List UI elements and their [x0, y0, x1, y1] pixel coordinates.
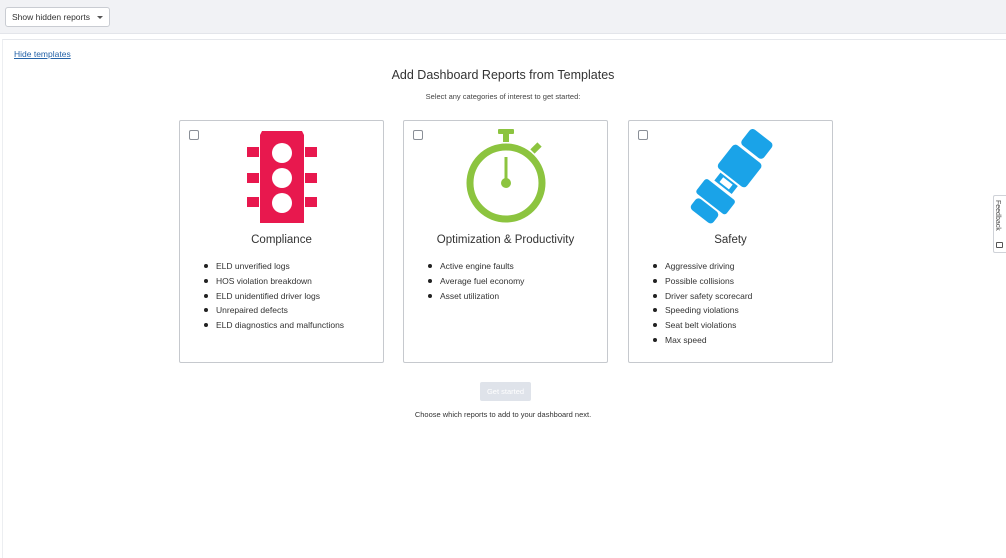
page-title: Add Dashboard Reports from Templates	[391, 68, 615, 82]
seatbelt-icon	[629, 129, 832, 225]
get-started-button[interactable]: Get started	[480, 382, 531, 401]
list-item: Max speed	[652, 333, 752, 348]
list-item: HOS violation breakdown	[203, 274, 344, 289]
traffic-light-icon	[180, 129, 383, 225]
card-title: Compliance	[251, 234, 312, 246]
show-hidden-reports-button[interactable]: Show hidden reports	[5, 7, 110, 27]
report-list: Active engine faults Average fuel econom…	[427, 259, 524, 304]
top-toolbar: Show hidden reports	[0, 0, 1006, 34]
feedback-label: Feedback	[994, 200, 1001, 231]
envelope-icon	[996, 242, 1003, 248]
list-item: Speeding violations	[652, 303, 752, 318]
page-subtitle: Select any categories of interest to get…	[425, 92, 581, 101]
list-item: Average fuel economy	[427, 274, 524, 289]
feedback-tab[interactable]: Feedback	[993, 195, 1006, 253]
list-item: ELD unidentified driver logs	[203, 289, 344, 304]
card-title: Optimization & Productivity	[436, 234, 575, 246]
show-hidden-reports-label: Show hidden reports	[12, 12, 90, 22]
list-item: Possible collisions	[652, 274, 752, 289]
footer-note: Choose which reports to add to your dash…	[414, 410, 592, 419]
stopwatch-icon	[404, 129, 607, 225]
list-item: Driver safety scorecard	[652, 289, 752, 304]
report-list: Aggressive driving Possible collisions D…	[652, 259, 752, 348]
card-safety[interactable]: Safety Aggressive driving Possible colli…	[628, 120, 833, 363]
list-item: ELD unverified logs	[203, 259, 344, 274]
card-title: Safety	[714, 234, 747, 246]
list-item: ELD diagnostics and malfunctions	[203, 318, 344, 333]
card-optimization[interactable]: Optimization & Productivity Active engin…	[403, 120, 608, 363]
card-compliance[interactable]: Compliance ELD unverified logs HOS viola…	[179, 120, 384, 363]
list-item: Aggressive driving	[652, 259, 752, 274]
list-item: Unrepaired defects	[203, 303, 344, 318]
list-item: Active engine faults	[427, 259, 524, 274]
chevron-down-icon	[96, 15, 103, 19]
list-item: Seat belt violations	[652, 318, 752, 333]
hide-templates-link[interactable]: Hide templates	[14, 49, 71, 59]
list-item: Asset utilization	[427, 289, 524, 304]
report-list: ELD unverified logs HOS violation breakd…	[203, 259, 344, 333]
